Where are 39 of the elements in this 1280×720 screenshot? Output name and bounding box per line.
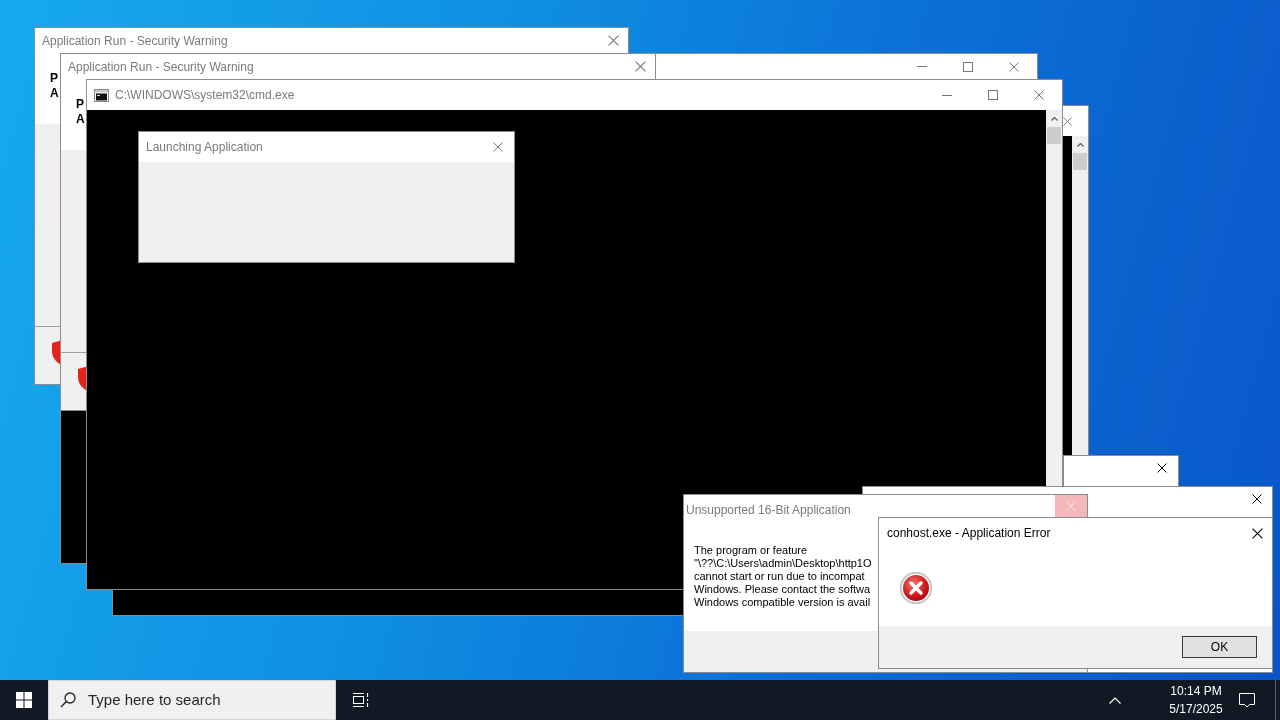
scrollbar-thumb[interactable] (1047, 127, 1061, 144)
clock[interactable]: 10:14 PM 5/17/2025 (1160, 680, 1232, 720)
window-title: Application Run - Security Warning (41, 32, 228, 49)
field-label: P (50, 71, 58, 86)
ok-button[interactable]: OK (1182, 636, 1257, 658)
close-icon (1251, 527, 1263, 539)
close-icon (607, 35, 619, 46)
scrollbar[interactable] (1072, 136, 1088, 455)
scroll-up-icon[interactable] (1050, 116, 1058, 121)
window-title: conhost.exe - Application Error (886, 525, 1051, 541)
task-view-icon (351, 692, 369, 708)
minimize-icon (917, 66, 927, 67)
scroll-up-icon[interactable] (1076, 142, 1084, 147)
chevron-up-icon (1109, 696, 1121, 704)
window-title: Unsupported 16-Bit Application (685, 502, 851, 518)
close-icon (493, 142, 503, 152)
maximize-icon (988, 90, 998, 100)
search-box[interactable]: Type here to search (48, 680, 336, 720)
message-text: The program or feature "\??\C:\Users\admin\Desktop\http1O cannot start or run due to incompat Windows. Please contact the softwa Windows compatible version is avail (694, 544, 872, 609)
windows-logo-icon (16, 692, 32, 708)
window-title: Application Run - Security Warning (67, 58, 254, 75)
scrollbar-thumb[interactable] (1073, 153, 1087, 170)
maximize-icon (963, 61, 973, 72)
chat-bubble-icon (1239, 692, 1255, 708)
minimize-icon (942, 94, 952, 96)
close-icon (634, 61, 646, 72)
shield-icon (52, 340, 60, 366)
close-icon (1034, 90, 1044, 100)
search-input[interactable]: Type here to search (88, 688, 318, 712)
search-icon (60, 692, 76, 708)
console-icon (94, 88, 109, 102)
window-title: C:\WINDOWS\system32\cmd.exe (115, 87, 295, 103)
window-title: Launching Application (145, 139, 263, 155)
field-label: P (76, 97, 84, 112)
close-icon (1066, 501, 1076, 511)
error-icon (900, 572, 932, 604)
shield-icon (78, 366, 86, 392)
field-label: A (50, 86, 59, 101)
field-label: A (76, 112, 85, 127)
